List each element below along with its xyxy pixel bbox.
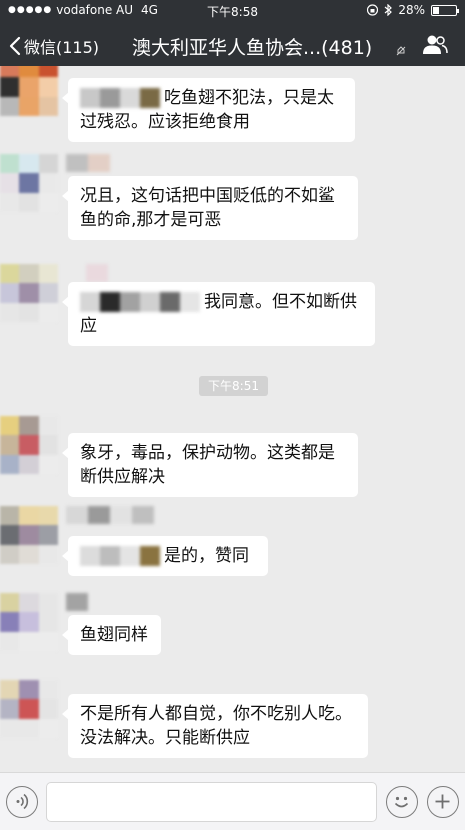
nav-bar: 微信(115) 澳大利亚华人鱼协会...(481) xyxy=(0,22,465,66)
chat-title-text: 澳大利亚华人鱼协会... xyxy=(132,37,322,59)
emoji-icon xyxy=(394,796,409,808)
battery-icon xyxy=(431,4,459,16)
group-members-icon xyxy=(423,35,448,54)
message-bubble[interactable]: 我同意。但不如断供应 xyxy=(62,282,375,346)
rotation-lock-icon xyxy=(367,4,379,16)
header: ●●●●● vodafone AU 4G 下午8:58 28% 微信(115) … xyxy=(0,0,465,66)
member-count: (481) xyxy=(321,37,373,59)
emoji-button[interactable] xyxy=(386,786,418,818)
avatar[interactable] xyxy=(0,680,58,738)
avatar[interactable] xyxy=(0,416,58,474)
avatar[interactable] xyxy=(0,264,58,322)
time-divider: 下午8:51 xyxy=(199,376,268,396)
redacted-name xyxy=(80,546,160,566)
back-button[interactable]: 微信(115) xyxy=(8,34,99,58)
voice-button[interactable] xyxy=(6,786,38,818)
avatar[interactable] xyxy=(0,506,58,564)
sender-name xyxy=(66,154,110,172)
message-text: 是的，赞同 xyxy=(164,546,249,566)
message-bubble[interactable]: 不是所有人都自觉，你不吃别人吃。没法解决。只能断供应 xyxy=(62,694,368,758)
message-bubble[interactable]: 吃鱼翅不犯法，只是太过残忍。应该拒绝食用 xyxy=(62,78,355,142)
sender-name xyxy=(66,506,154,524)
message-bubble[interactable]: 况且，这句话把中国贬低的不如鲨鱼的命,那才是可恶 xyxy=(62,176,358,240)
avatar[interactable] xyxy=(0,593,58,651)
battery-percent: 28% xyxy=(398,3,425,17)
plus-icon xyxy=(435,794,450,809)
group-members-button[interactable] xyxy=(422,34,448,56)
message-bubble[interactable]: 象牙，毒品，保护动物。这类都是断供应解决 xyxy=(62,433,358,497)
back-label: 微信(115) xyxy=(24,38,100,57)
avatar[interactable] xyxy=(0,66,58,116)
status-bar: ●●●●● vodafone AU 4G 下午8:58 28% xyxy=(0,0,465,20)
bluetooth-icon xyxy=(384,4,393,16)
redacted-name xyxy=(80,88,160,108)
input-bar xyxy=(0,772,465,830)
more-button[interactable] xyxy=(427,786,459,818)
chat-area[interactable]: 吃鱼翅不犯法，只是太过残忍。应该拒绝食用 况且，这句话把中国贬低的不如鲨鱼的命,… xyxy=(0,66,465,772)
chat-title: 澳大利亚华人鱼协会...(481) xyxy=(132,33,372,60)
message-text: 况且，这句话把中国贬低的不如鲨鱼的命,那才是可恶 xyxy=(80,186,335,230)
sender-name xyxy=(86,264,108,282)
battery-fill xyxy=(433,6,439,14)
message-text: 象牙，毒品，保护动物。这类都是断供应解决 xyxy=(80,443,335,487)
mute-icon xyxy=(396,46,406,56)
sender-name xyxy=(66,593,88,611)
status-right: 28% xyxy=(367,3,459,17)
message-bubble[interactable]: 是的，赞同 xyxy=(62,536,268,576)
redacted-name xyxy=(80,292,200,312)
voice-icon xyxy=(16,793,29,810)
message-text: 鱼翅同样 xyxy=(80,625,148,645)
message-text: 不是所有人都自觉，你不吃别人吃。没法解决。只能断供应 xyxy=(80,704,352,748)
avatar[interactable] xyxy=(0,154,58,212)
message-bubble[interactable]: 鱼翅同样 xyxy=(62,615,161,655)
message-input[interactable] xyxy=(46,782,377,822)
chevron-left-icon xyxy=(8,36,22,56)
